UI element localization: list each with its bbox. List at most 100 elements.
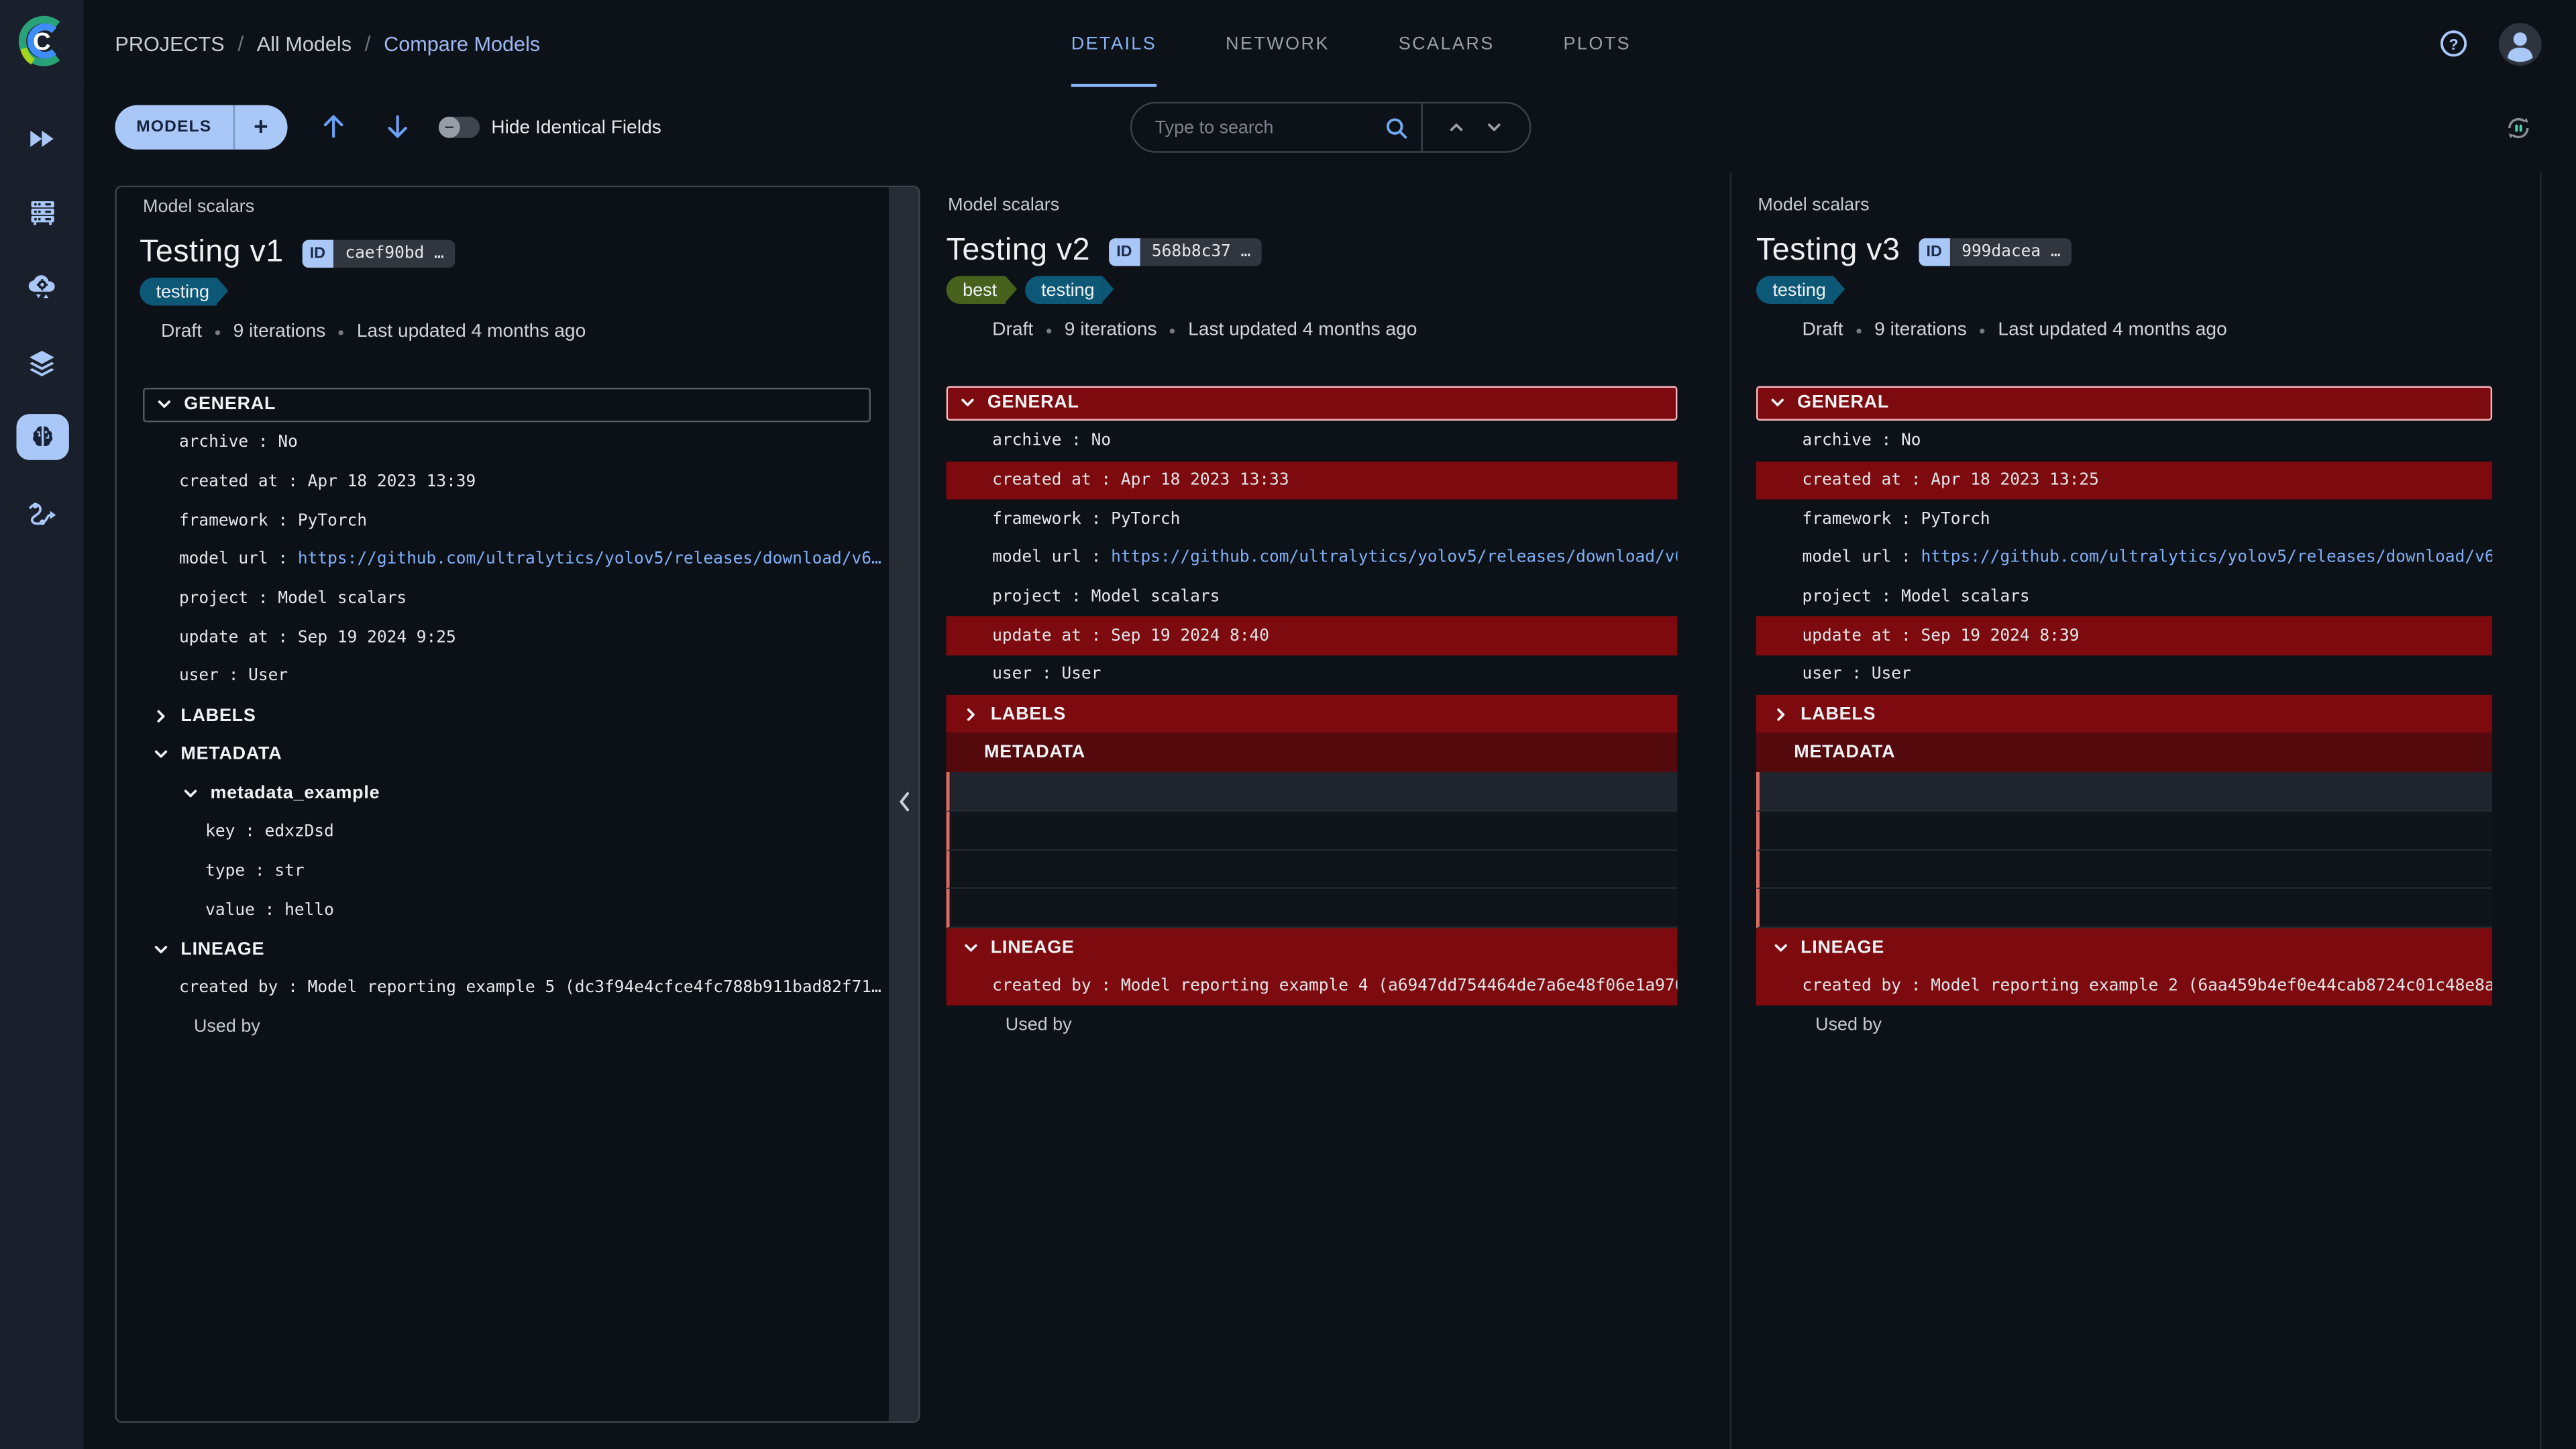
- tab-network[interactable]: NETWORK: [1226, 0, 1330, 87]
- search-box: [1130, 102, 1532, 153]
- search-input[interactable]: [1132, 116, 1385, 139]
- active-item-highlight: [15, 414, 68, 460]
- status-state: Draft: [1803, 321, 1843, 340]
- used-by-label: Used by: [1756, 1006, 2492, 1045]
- model-url-link[interactable]: https://github.com/ultralytics/yolov5/re…: [1921, 549, 2492, 568]
- models-selector-button[interactable]: MODELS +: [115, 105, 287, 150]
- empty-diff-row: [1756, 811, 2492, 850]
- breadcrumb: PROJECTS / All Models / Compare Models: [115, 0, 540, 87]
- field-row-value: value : hello: [117, 891, 918, 930]
- empty-diff-row: [947, 850, 1678, 889]
- status-iterations: 9 iterations: [1874, 321, 1967, 340]
- section-header-metadata[interactable]: METADATA: [947, 733, 1678, 772]
- model-title: Testing v3: [1756, 233, 1900, 270]
- status-updated: Last updated 4 months ago: [1998, 321, 2226, 340]
- status-row: Draft9 iterationsLast updated 4 months a…: [161, 317, 586, 347]
- model-url-link[interactable]: https://github.com/ultralytics/yolov5/re…: [298, 551, 881, 569]
- chevron-right-icon: [153, 708, 169, 724]
- models-button-label: MODELS: [115, 118, 233, 136]
- chevron-down-icon: [156, 396, 172, 413]
- model-title: Testing v2: [947, 233, 1090, 270]
- tag-testing[interactable]: testing: [140, 278, 217, 306]
- toolbar: MODELS + Hide Identical Fields: [84, 87, 2576, 169]
- field-row-type: type : str: [117, 852, 918, 891]
- chevron-down-icon: [182, 786, 199, 802]
- field-row-model-url: model url : https://github.com/ultralyti…: [117, 541, 918, 580]
- sidebar-item-server-rack[interactable]: [0, 182, 84, 241]
- tags-row: best testing: [947, 276, 1123, 304]
- field-row-framework: framework : PyTorch: [117, 502, 918, 541]
- field-row-created-at: created at : Apr 18 2023 13:33: [947, 461, 1678, 500]
- model-id-chip[interactable]: IDcaef90bd …: [302, 239, 456, 267]
- sidebar-item-cloud-gear[interactable]: [0, 258, 84, 317]
- tab-plots[interactable]: PLOTS: [1564, 0, 1631, 87]
- empty-diff-row: [1756, 772, 2492, 811]
- tabs: DETAILS NETWORK SCALARS PLOTS: [1071, 0, 1631, 87]
- sidebar-item-brain[interactable]: [0, 407, 84, 466]
- empty-diff-row: [1756, 850, 2492, 889]
- section-header-labels[interactable]: LABELS: [947, 694, 1678, 733]
- empty-diff-row: [947, 772, 1678, 811]
- breadcrumb-projects[interactable]: PROJECTS: [115, 32, 224, 55]
- top-bar: PROJECTS / All Models / Compare Models D…: [84, 0, 2576, 89]
- section-header-general[interactable]: GENERAL: [947, 386, 1678, 420]
- section-header-general[interactable]: GENERAL: [1756, 386, 2492, 420]
- field-value: Sep 19 2024 8:40: [1111, 627, 1269, 645]
- model-id-chip[interactable]: ID568b8c37 …: [1108, 237, 1263, 266]
- section-header-general[interactable]: GENERAL: [143, 387, 871, 421]
- model-project-label: Model scalars: [948, 195, 1059, 215]
- tag-testing[interactable]: testing: [1756, 276, 1834, 304]
- sidebar-item-fast-forward[interactable]: [0, 109, 84, 168]
- field-value: Model scalars: [278, 590, 407, 608]
- pipeline-icon: [26, 497, 58, 529]
- chevron-right-icon: [1772, 706, 1788, 722]
- tag-testing[interactable]: testing: [1025, 276, 1103, 304]
- auto-refresh-button[interactable]: [2506, 115, 2532, 149]
- add-model-button[interactable]: +: [235, 113, 287, 142]
- sidebar-item-pipeline[interactable]: [0, 483, 84, 542]
- help-button[interactable]: ?: [2440, 0, 2468, 87]
- field-row-created-by: created by : Model reporting example 2 (…: [1756, 967, 2492, 1006]
- section-header-lineage[interactable]: LINEAGE: [117, 930, 918, 969]
- chevron-right-icon: [963, 706, 979, 722]
- column-divider: [2540, 172, 2541, 1449]
- collapse-column-button[interactable]: [889, 790, 918, 822]
- divider: [1421, 103, 1422, 151]
- search-icon: [1385, 116, 1407, 139]
- field-row-update-at: update at : Sep 19 2024 8:40: [947, 616, 1678, 655]
- tab-details[interactable]: DETAILS: [1071, 0, 1157, 87]
- tab-scalars[interactable]: SCALARS: [1399, 0, 1495, 87]
- prev-diff-button[interactable]: [317, 110, 350, 151]
- search-prev-button[interactable]: [1438, 118, 1475, 136]
- field-row-archive: archive : No: [117, 424, 918, 463]
- arrow-up-icon: [317, 110, 350, 143]
- status-state: Draft: [161, 322, 202, 341]
- status-updated: Last updated 4 months ago: [357, 322, 586, 341]
- section-header-metadata[interactable]: METADATA: [1756, 733, 2492, 772]
- sidebar-item-layers[interactable]: [0, 333, 84, 392]
- section-header-labels[interactable]: LABELS: [1756, 694, 2492, 733]
- field-value: Model scalars: [1091, 588, 1220, 606]
- section-header-labels[interactable]: LABELS: [117, 696, 918, 735]
- avatar: [2499, 22, 2542, 65]
- field-row-created-by: created by : Model reporting example 4 (…: [947, 967, 1678, 1006]
- arrow-down-icon: [381, 110, 414, 143]
- model-id-chip[interactable]: ID999dacea …: [1918, 237, 2072, 266]
- breadcrumb-compare-models[interactable]: Compare Models: [384, 32, 540, 55]
- metadata-group-header[interactable]: metadata_example: [117, 774, 918, 813]
- next-diff-button[interactable]: [381, 110, 414, 151]
- model-id-value: 568b8c37 …: [1140, 237, 1263, 266]
- column-scrollbar[interactable]: [889, 187, 918, 1421]
- section-header-lineage[interactable]: LINEAGE: [947, 928, 1678, 967]
- search-next-button[interactable]: [1475, 118, 1513, 136]
- status-iterations: 9 iterations: [1065, 321, 1157, 340]
- status-row: Draft 9 iterations Last updated 4 months a…: [1803, 315, 2227, 345]
- section-header-lineage[interactable]: LINEAGE: [1756, 928, 2492, 967]
- breadcrumb-all-models[interactable]: All Models: [257, 32, 352, 55]
- user-menu-button[interactable]: [2499, 0, 2542, 87]
- section-header-metadata[interactable]: METADATA: [117, 735, 918, 774]
- clearml-logo[interactable]: C: [13, 13, 69, 69]
- hide-identical-toggle[interactable]: [439, 117, 480, 138]
- model-url-link[interactable]: https://github.com/ultralytics/yolov5/re…: [1111, 549, 1677, 568]
- tag-best[interactable]: best: [947, 276, 1006, 304]
